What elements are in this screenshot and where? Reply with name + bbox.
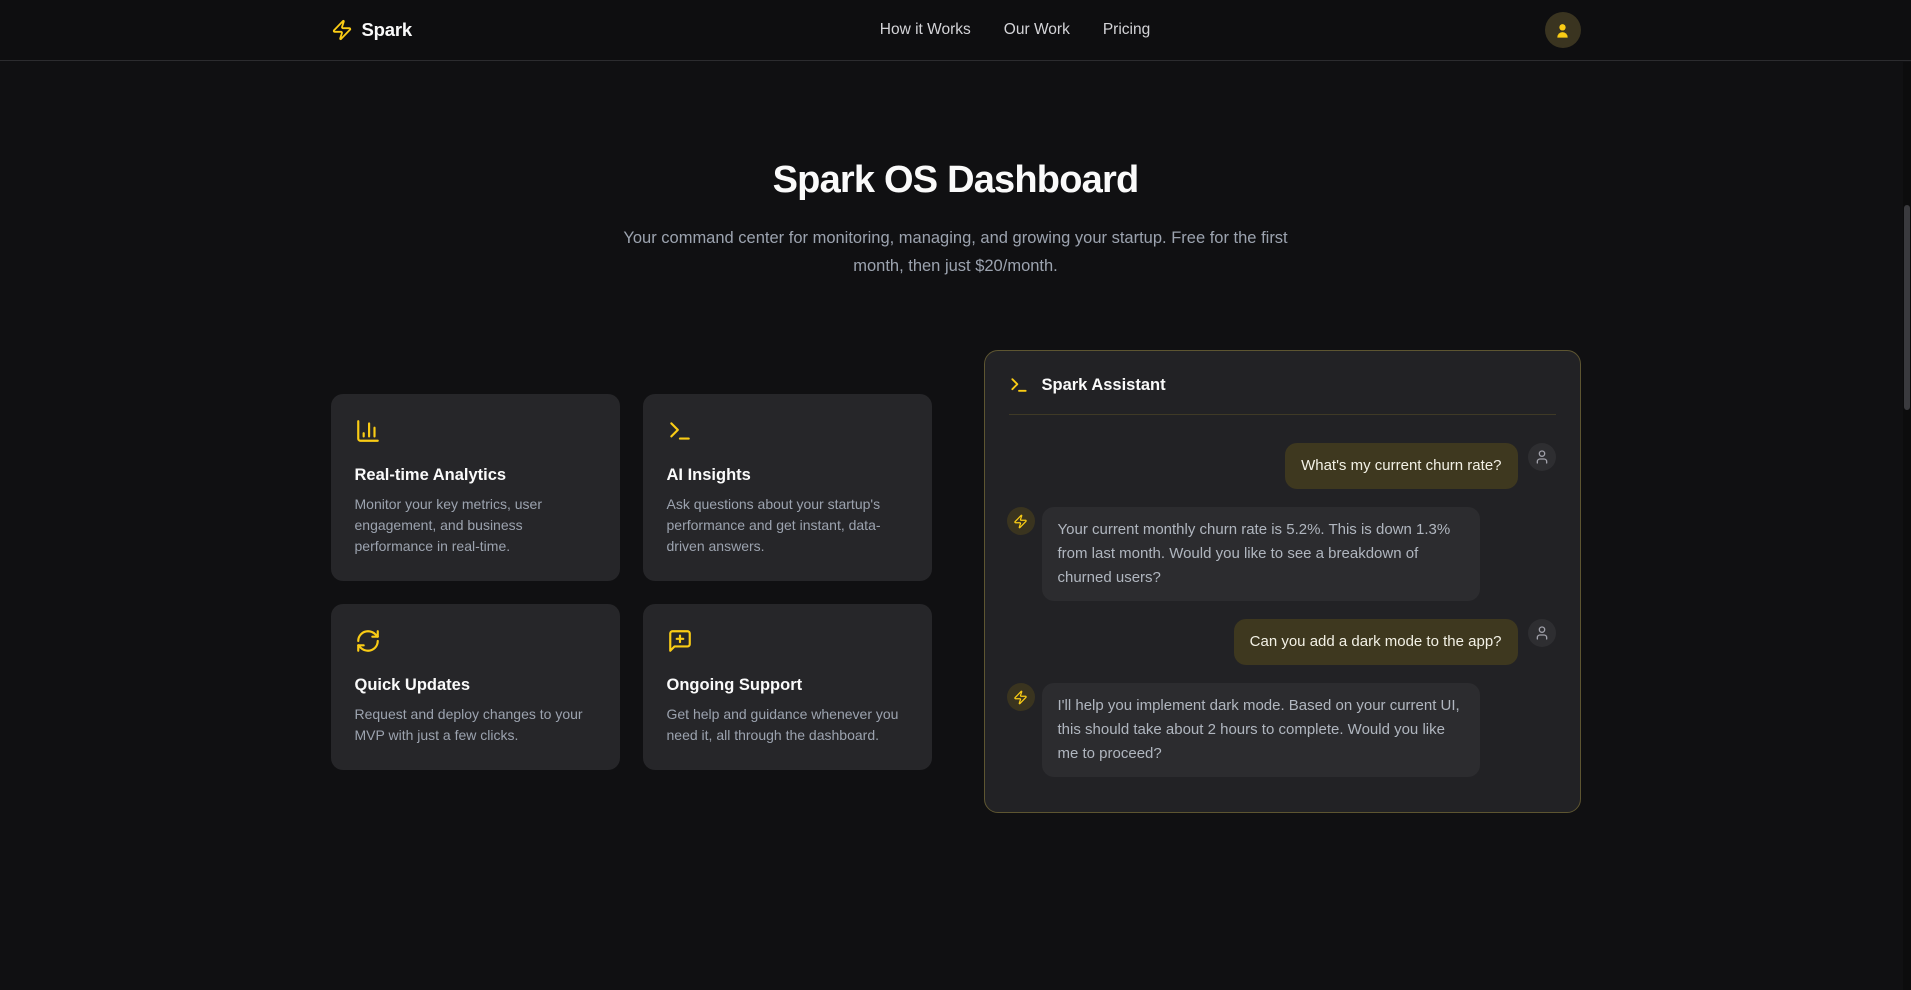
- nav-link-how-it-works[interactable]: How it Works: [880, 21, 971, 39]
- hero-section: Spark OS Dashboard Your command center f…: [0, 61, 1911, 280]
- chat-messages: What's my current churn rate? Your curre…: [985, 415, 1580, 803]
- nav-link-pricing[interactable]: Pricing: [1103, 21, 1150, 39]
- page-title: Spark OS Dashboard: [0, 159, 1911, 202]
- chat-message-user: Can you add a dark mode to the app?: [1007, 619, 1556, 665]
- chart-column-icon: [355, 418, 596, 449]
- navbar: Spark How it Works Our Work Pricing: [0, 0, 1911, 61]
- assistant-chat-avatar: [1007, 507, 1035, 535]
- assistant-panel-title: Spark Assistant: [1042, 376, 1166, 395]
- user-icon: [1534, 625, 1550, 641]
- scrollbar-thumb[interactable]: [1904, 205, 1910, 410]
- assistant-message-bubble: I'll help you implement dark mode. Based…: [1042, 683, 1480, 777]
- feature-card-ongoing-support: Ongoing Support Get help and guidance wh…: [643, 604, 932, 770]
- chat-message-assistant: I'll help you implement dark mode. Based…: [1007, 683, 1556, 777]
- nav-link-our-work[interactable]: Our Work: [1004, 21, 1070, 39]
- user-message-bubble: Can you add a dark mode to the app?: [1234, 619, 1518, 665]
- page: Spark How it Works Our Work Pricing Spar…: [0, 0, 1911, 990]
- assistant-panel-header: Spark Assistant: [985, 351, 1580, 414]
- terminal-icon: [667, 418, 908, 449]
- user-avatar-button[interactable]: [1545, 12, 1581, 48]
- chat-message-user: What's my current churn rate?: [1007, 443, 1556, 489]
- terminal-icon: [1009, 375, 1029, 395]
- zap-icon: [1013, 690, 1028, 705]
- brand-logo[interactable]: Spark: [331, 19, 412, 41]
- message-square-plus-icon: [667, 628, 908, 659]
- features-grid: Real-time Analytics Monitor your key met…: [331, 394, 933, 770]
- feature-title: Real-time Analytics: [355, 466, 596, 485]
- content-row: Real-time Analytics Monitor your key met…: [331, 350, 1581, 813]
- spark-assistant-panel: Spark Assistant What's my current churn …: [984, 350, 1581, 813]
- user-message-bubble: What's my current churn rate?: [1285, 443, 1517, 489]
- assistant-message-bubble: Your current monthly churn rate is 5.2%.…: [1042, 507, 1480, 601]
- feature-description: Request and deploy changes to your MVP w…: [355, 704, 596, 746]
- user-icon: [1553, 21, 1572, 40]
- zap-icon: [1013, 514, 1028, 529]
- nav-links: How it Works Our Work Pricing: [880, 21, 1150, 39]
- page-subtitle: Your command center for monitoring, mana…: [611, 224, 1301, 280]
- feature-card-realtime-analytics: Real-time Analytics Monitor your key met…: [331, 394, 620, 581]
- feature-title: AI Insights: [667, 466, 908, 485]
- feature-description: Get help and guidance whenever you need …: [667, 704, 908, 746]
- chat-message-assistant: Your current monthly churn rate is 5.2%.…: [1007, 507, 1556, 601]
- feature-description: Ask questions about your startup's perfo…: [667, 494, 908, 557]
- user-chat-avatar: [1528, 443, 1556, 471]
- navbar-inner: Spark How it Works Our Work Pricing: [331, 0, 1581, 60]
- feature-card-quick-updates: Quick Updates Request and deploy changes…: [331, 604, 620, 770]
- scrollbar-track: [1903, 62, 1911, 990]
- user-icon: [1534, 449, 1550, 465]
- feature-card-ai-insights: AI Insights Ask questions about your sta…: [643, 394, 932, 581]
- assistant-chat-avatar: [1007, 683, 1035, 711]
- brand-name: Spark: [362, 19, 412, 41]
- feature-title: Quick Updates: [355, 676, 596, 695]
- feature-title: Ongoing Support: [667, 676, 908, 695]
- feature-description: Monitor your key metrics, user engagemen…: [355, 494, 596, 557]
- refresh-icon: [355, 628, 596, 659]
- zap-icon: [331, 19, 353, 41]
- user-chat-avatar: [1528, 619, 1556, 647]
